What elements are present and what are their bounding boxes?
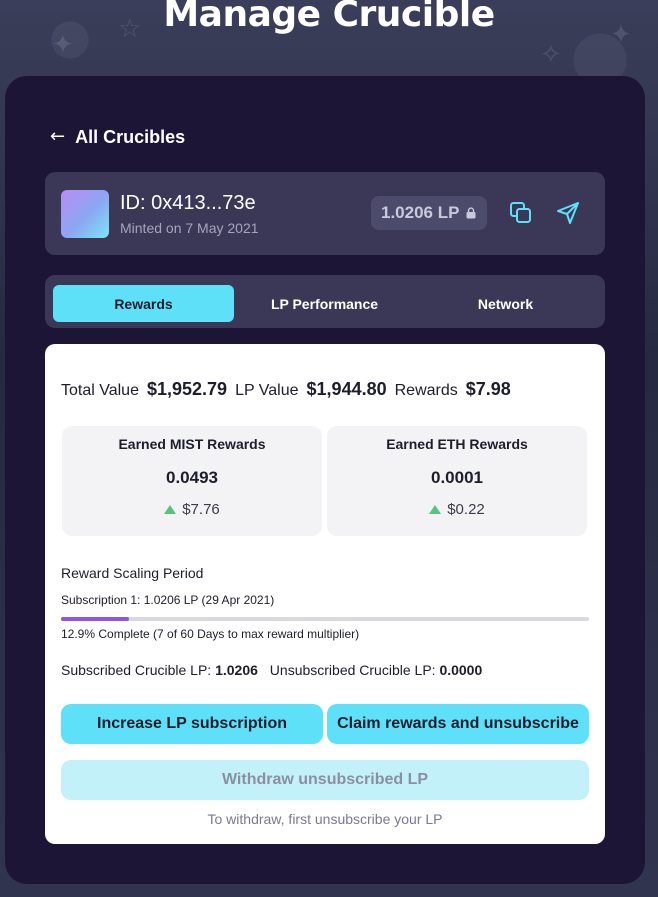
withdraw-unsubscribed-lp-button[interactable]: Withdraw unsubscribed LP [61,760,589,800]
copy-icon[interactable] [508,200,534,226]
tab-bar: Rewards LP Performance Network [45,275,605,328]
reward-box-amount: 0.0493 [166,468,218,487]
subscribed-label: Subscribed Crucible LP: [61,662,212,678]
total-value-label: Total Value [61,382,139,399]
reward-box-title: Earned ETH Rewards [386,436,528,452]
reward-box-amount: 0.0001 [431,468,483,487]
star-doodle-icon: ✧ [540,40,562,70]
back-link-label: All Crucibles [75,126,186,147]
lock-icon [466,207,476,219]
tab-lp-performance[interactable]: LP Performance [234,285,415,322]
reward-usd-value: $0.22 [447,501,485,518]
lp-value: $1,944.80 [306,379,387,399]
unsubscribed-value: 0.0000 [439,662,483,678]
progress-fill [61,617,130,621]
reward-box-usd: $7.76 [62,501,322,518]
rewards-value: $7.98 [465,379,511,399]
triangle-up-icon [429,505,442,514]
increase-lp-subscription-button[interactable]: Increase LP subscription [61,704,323,744]
reward-box-title: Earned MIST Rewards [118,436,266,452]
withdraw-note: To withdraw, first unsubscribe your LP [207,811,443,827]
total-value: $1,952.79 [146,379,228,399]
value-summary: Total Value $1,952.79 LP Value $1,944.80… [61,379,519,400]
crucible-card: ID: 0x413...73e Minted on 7 May 2021 1.0… [45,172,605,255]
arrow-left-icon: ← [50,126,66,147]
subscription-status: Subscribed Crucible LP: 1.0206 Unsubscri… [61,662,490,678]
mist-rewards-box: Earned MIST Rewards 0.0493 $7.76 [62,426,322,536]
triangle-up-icon [164,505,177,514]
send-icon[interactable] [555,200,581,226]
rewards-content-card: Total Value $1,952.79 LP Value $1,944.80… [45,344,605,844]
crucible-avatar [61,190,109,238]
reward-scaling-progress [61,617,589,621]
eth-rewards-box: Earned ETH Rewards 0.0001 $0.22 [327,426,587,536]
unsubscribed-label: Unsubscribed Crucible LP: [269,662,436,678]
progress-label: 12.9% Complete (7 of 60 Days to max rewa… [61,627,360,641]
subscribed-value: 1.0206 [215,662,258,678]
lp-value-label: LP Value [235,382,299,399]
claim-rewards-unsubscribe-button[interactable]: Claim rewards and unsubscribe [327,704,589,744]
reward-scaling-title: Reward Scaling Period [61,565,204,581]
reward-box-usd: $0.22 [327,501,587,518]
page-title: Manage Crucible [163,0,495,35]
reward-usd-value: $7.76 [182,501,220,518]
lp-amount-text: 1.0206 LP [381,203,460,222]
back-to-all-crucibles-link[interactable]: ← All Crucibles [50,126,185,148]
tab-rewards[interactable]: Rewards [53,285,234,322]
crucible-id: ID: 0x413...73e [120,192,256,214]
subscription-info: Subscription 1: 1.0206 LP (29 Apr 2021) [61,593,275,607]
crucible-minted-date: Minted on 7 May 2021 [120,220,259,236]
rewards-value-label: Rewards [394,382,458,399]
tab-network[interactable]: Network [415,285,596,322]
lp-amount-badge: 1.0206 LP [371,196,488,230]
